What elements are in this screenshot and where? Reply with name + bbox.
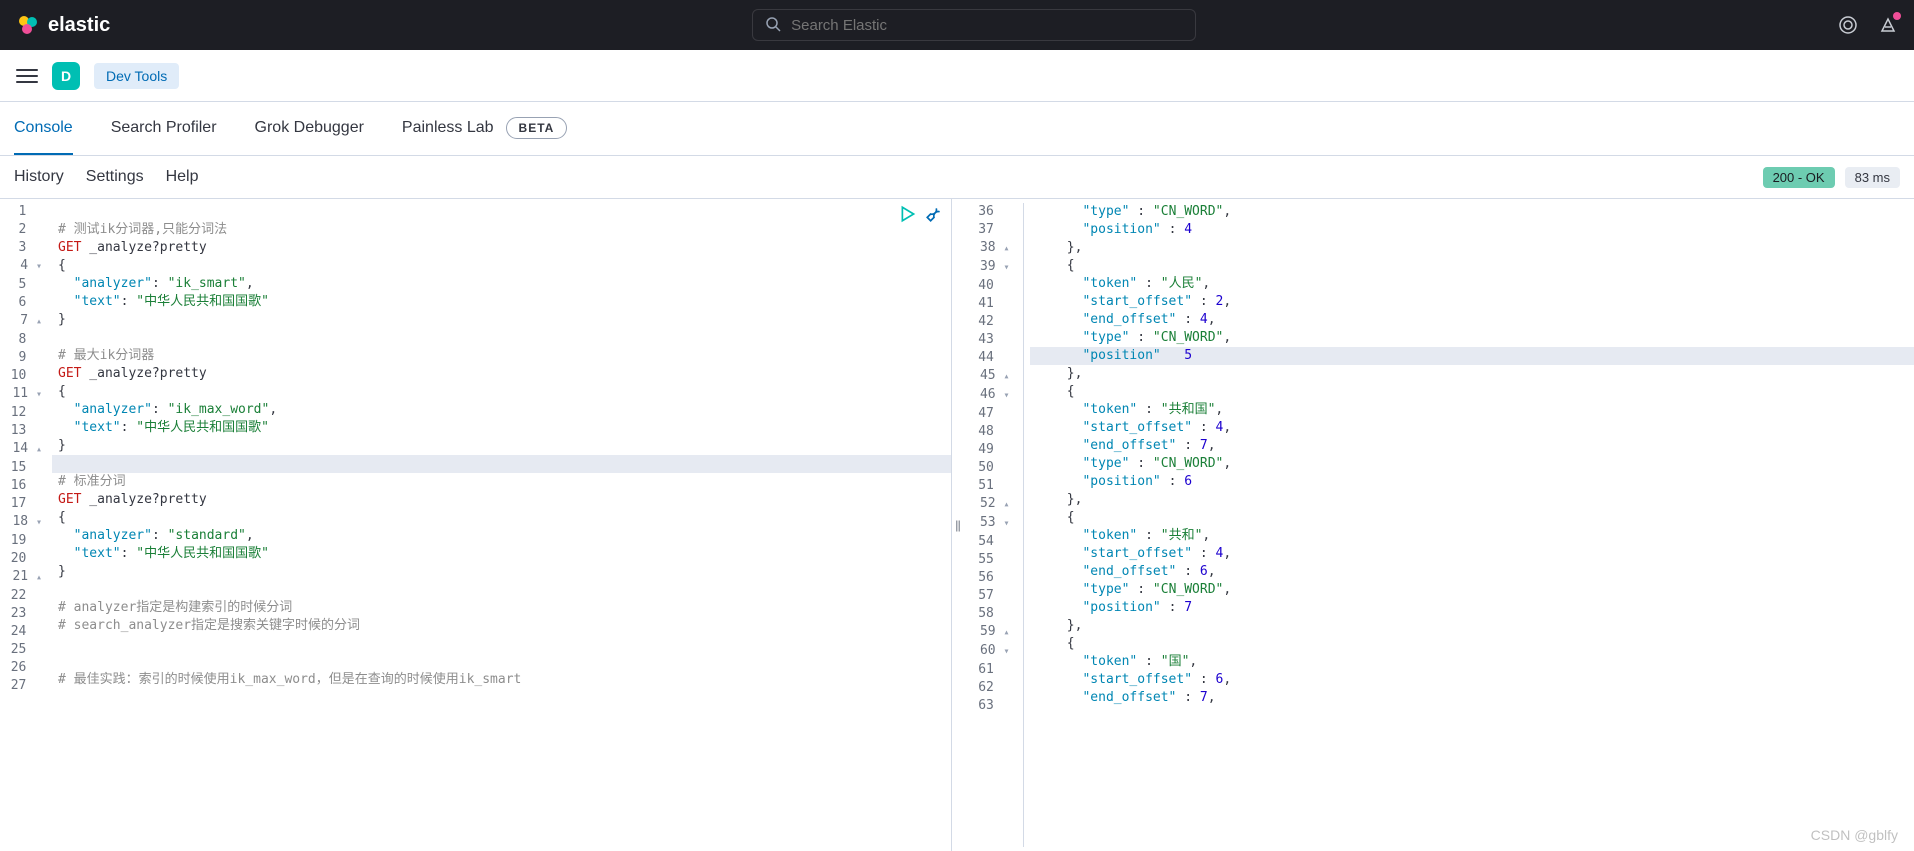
request-editor[interactable]: 1 2 3 4 ▾ 5 6 7 ▴ 8 9 10 11 ▾ 12 13 14 ▴… [0,199,952,851]
top-bar: elastic [0,0,1914,50]
global-search[interactable] [752,9,1196,41]
search-icon [765,16,781,35]
wrench-icon[interactable] [925,205,943,223]
tab-painless-lab[interactable]: Painless Lab BETA [402,117,567,157]
request-gutter: 1 2 3 4 ▾ 5 6 7 ▴ 8 9 10 11 ▾ 12 13 14 ▴… [0,199,52,851]
request-code[interactable]: # 测试ik分词器,只能分词法GET _analyze?pretty{ "ana… [52,199,951,851]
notification-dot [1893,12,1901,20]
tab-console[interactable]: Console [14,119,73,155]
devtools-tabs: Console Search Profiler Grok Debugger Pa… [0,102,1914,156]
help-link[interactable]: Help [166,168,199,186]
newsfeed-icon[interactable] [1878,15,1898,35]
search-input[interactable] [791,17,1183,34]
tab-search-profiler[interactable]: Search Profiler [111,119,217,155]
watermark: CSDN @gblfy [1811,827,1898,843]
space-badge[interactable]: D [52,62,80,90]
elastic-logo[interactable]: elastic [16,13,110,37]
tab-grok-debugger[interactable]: Grok Debugger [255,119,364,155]
nav-menu-icon[interactable] [16,65,38,87]
fold-bar [1020,199,1030,851]
console-toolbar: History Settings Help 200 - OK 83 ms [0,156,1914,198]
history-link[interactable]: History [14,168,64,186]
tab-painless-label: Painless Lab [402,119,494,137]
search-wrap [110,9,1838,41]
status-area: 200 - OK 83 ms [1763,167,1900,188]
splitter-handle[interactable]: | | [955,518,959,532]
status-time-badge: 83 ms [1845,167,1900,188]
response-gutter: 36 37 38 ▴ 39 ▾ 40 41 42 43 44 45 ▴ 46 ▾… [964,199,1020,851]
devtools-breadcrumb[interactable]: Dev Tools [94,63,179,89]
editors-split: 1 2 3 4 ▾ 5 6 7 ▴ 8 9 10 11 ▾ 12 13 14 ▴… [0,198,1914,851]
beta-badge: BETA [506,117,568,139]
settings-link[interactable]: Settings [86,168,144,186]
request-actions [899,205,943,223]
status-code-badge: 200 - OK [1763,167,1835,188]
sub-bar: D Dev Tools [0,50,1914,102]
elastic-logo-icon [16,13,40,37]
response-code[interactable]: "type" : "CN_WORD", "position" : 4 }, { … [1030,199,1914,851]
response-editor: 36 37 38 ▴ 39 ▾ 40 41 42 43 44 45 ▴ 46 ▾… [964,199,1914,851]
help-icon[interactable] [1838,15,1858,35]
top-icons [1838,15,1898,35]
play-icon[interactable] [899,205,917,223]
brand-text: elastic [48,14,110,37]
